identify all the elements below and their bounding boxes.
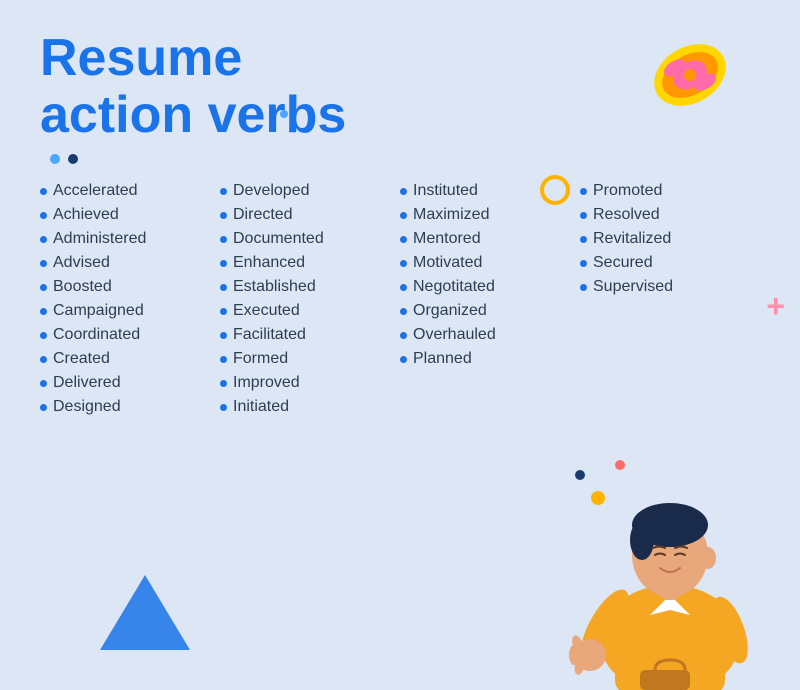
- bullet: [220, 404, 227, 411]
- list-item: Revitalized: [580, 230, 760, 248]
- bullet: [580, 236, 587, 243]
- bullet: [40, 236, 47, 243]
- bullet: [580, 212, 587, 219]
- list-item: Promoted: [580, 182, 760, 200]
- bullet: [400, 284, 407, 291]
- list-item: Mentored: [400, 230, 580, 248]
- list-item: Advised: [40, 254, 220, 272]
- list-item: Documented: [220, 230, 400, 248]
- list-item: Enhanced: [220, 254, 400, 272]
- bullet: [220, 236, 227, 243]
- list-item: Boosted: [40, 278, 220, 296]
- bullet: [400, 188, 407, 195]
- bullet: [400, 356, 407, 363]
- bullet: [40, 356, 47, 363]
- list-item: Established: [220, 278, 400, 296]
- list-item: Negotitated: [400, 278, 580, 296]
- page-container: Resume action verbs Accelerated Achieved…: [0, 0, 800, 690]
- bullet: [400, 260, 407, 267]
- verb-column-2: Developed Directed Documented Enhanced E…: [220, 182, 400, 416]
- list-item: Resolved: [580, 206, 760, 224]
- list-item: Coordinated: [40, 326, 220, 344]
- list-item: Supervised: [580, 278, 760, 296]
- bullet: [40, 284, 47, 291]
- list-item: Secured: [580, 254, 760, 272]
- deco-candy-illustration: [620, 30, 740, 130]
- list-item: Executed: [220, 302, 400, 320]
- list-item: Campaigned: [40, 302, 220, 320]
- bullet: [40, 212, 47, 219]
- bullet: [220, 284, 227, 291]
- bullet: [40, 380, 47, 387]
- bullet: [220, 380, 227, 387]
- verbs-grid: Accelerated Achieved Administered Advise…: [40, 182, 760, 416]
- list-item: Administered: [40, 230, 220, 248]
- deco-blue-triangle: [100, 575, 190, 650]
- decorative-dots: [50, 154, 760, 164]
- bullet: [40, 332, 47, 339]
- dot-light-blue: [50, 154, 60, 164]
- bullet: [400, 236, 407, 243]
- bullet: [220, 308, 227, 315]
- bullet: [580, 284, 587, 291]
- verb-column-4: Promoted Resolved Revitalized Secured Su…: [580, 182, 760, 416]
- deco-plus-sign: +: [766, 290, 785, 322]
- bullet: [40, 308, 47, 315]
- dot-dark-blue: [68, 154, 78, 164]
- bullet: [580, 188, 587, 195]
- verb-column-1: Accelerated Achieved Administered Advise…: [40, 182, 220, 416]
- verb-column-3: Instituted Maximized Mentored Motivated …: [400, 182, 580, 416]
- list-item: Organized: [400, 302, 580, 320]
- bullet: [40, 188, 47, 195]
- bullet: [220, 356, 227, 363]
- character-illustration: [560, 440, 780, 690]
- bullet: [40, 260, 47, 267]
- bullet: [220, 212, 227, 219]
- list-item: Improved: [220, 374, 400, 392]
- list-item: Maximized: [400, 206, 580, 224]
- list-item: Initiated: [220, 398, 400, 416]
- deco-small-blue-dot: [280, 110, 288, 118]
- list-item: Motivated: [400, 254, 580, 272]
- bullet: [220, 260, 227, 267]
- bullet: [580, 260, 587, 267]
- list-item: Developed: [220, 182, 400, 200]
- list-item: Planned: [400, 350, 580, 368]
- list-item: Facilitated: [220, 326, 400, 344]
- list-item: Formed: [220, 350, 400, 368]
- list-item: Accelerated: [40, 182, 220, 200]
- bullet: [40, 404, 47, 411]
- bullet: [400, 332, 407, 339]
- bullet: [220, 188, 227, 195]
- list-item: Delivered: [40, 374, 220, 392]
- deco-orange-circle: [540, 175, 570, 205]
- list-item: Achieved: [40, 206, 220, 224]
- bullet: [400, 308, 407, 315]
- list-item: Designed: [40, 398, 220, 416]
- list-item: Created: [40, 350, 220, 368]
- bullet: [220, 332, 227, 339]
- list-item: Directed: [220, 206, 400, 224]
- list-item: Overhauled: [400, 326, 580, 344]
- bullet: [400, 212, 407, 219]
